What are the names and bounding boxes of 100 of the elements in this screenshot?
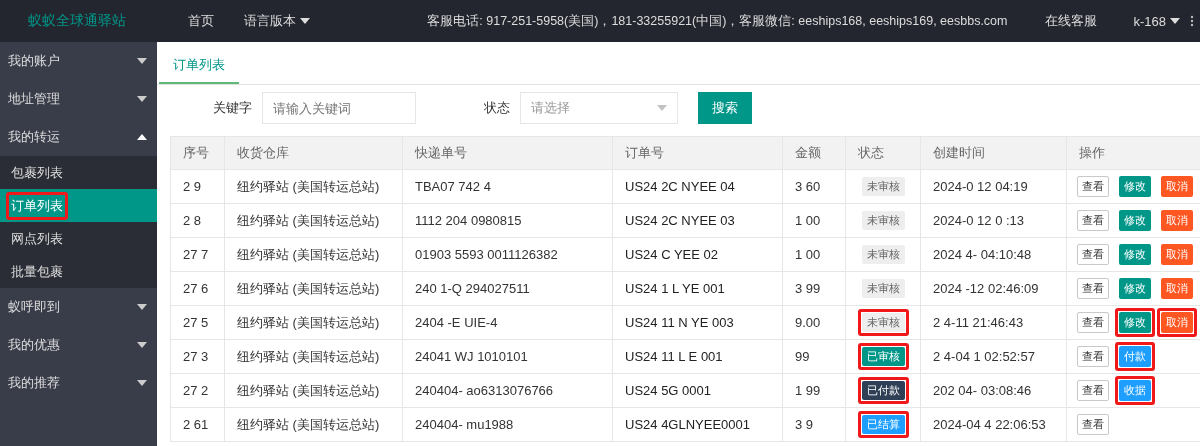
- table-cell: 1 00: [783, 238, 846, 271]
- action-button[interactable]: 修改: [1119, 278, 1151, 299]
- table-cell: US24 2C NYEE 04: [613, 170, 783, 203]
- nav-link[interactable]: 首页: [188, 12, 214, 30]
- table-cell: 3 9: [783, 408, 846, 441]
- table-cell: 2 9: [171, 170, 225, 203]
- action-button[interactable]: 修改: [1119, 176, 1151, 197]
- table-cell: 2024 -12 02:46:09: [921, 272, 1067, 305]
- sidebar-item[interactable]: 我的转运: [0, 118, 157, 156]
- column-header: 序号: [171, 137, 225, 169]
- caret-icon: [657, 105, 667, 111]
- table-cell: 2 61: [171, 408, 225, 441]
- column-header: 状态: [846, 137, 921, 169]
- table-cell: 纽约驿站 (美国转运总站): [225, 408, 403, 441]
- table-cell: US24 1 L YE 001: [613, 272, 783, 305]
- table-cell: 01903 5593 0011126382: [403, 238, 613, 271]
- status-badge: 已结算: [862, 415, 905, 434]
- table-cell: 1112 204 0980815: [403, 204, 613, 237]
- nav-link[interactable]: 语言版本: [244, 12, 310, 30]
- column-header: 收货仓库: [225, 137, 403, 169]
- table-cell: US24 11 L E 001: [613, 340, 783, 373]
- table-cell: US24 5G 0001: [613, 374, 783, 407]
- table-cell: 27 2: [171, 374, 225, 407]
- table-cell: US24 C YEE 02: [613, 238, 783, 271]
- status-label: 状态: [484, 99, 510, 117]
- column-header: 操作: [1067, 137, 1200, 169]
- action-button[interactable]: 修改: [1119, 210, 1151, 231]
- action-button[interactable]: 查看: [1077, 176, 1109, 197]
- table-cell: 3 99: [783, 272, 846, 305]
- submenu-item[interactable]: 包裹列表: [0, 156, 157, 189]
- online-service-link[interactable]: 在线客服: [1045, 12, 1098, 30]
- table-cell: 纽约驿站 (美国转运总站): [225, 170, 403, 203]
- caret-icon: [137, 304, 147, 310]
- tab[interactable]: 订单列表: [159, 47, 239, 84]
- table-cell: 27 3: [171, 340, 225, 373]
- table-cell: 纽约驿站 (美国转运总站): [225, 204, 403, 237]
- more-icon[interactable]: [1190, 15, 1194, 27]
- table-cell: 纽约驿站 (美国转运总站): [225, 340, 403, 373]
- keyword-field[interactable]: 请输入关键词: [262, 92, 416, 124]
- sidebar-item[interactable]: 地址管理: [0, 80, 157, 118]
- column-header: 金额: [783, 137, 846, 169]
- action-button[interactable]: 修改: [1119, 244, 1151, 265]
- submenu-item[interactable]: 网点列表: [0, 222, 157, 255]
- table-cell: 3 60: [783, 170, 846, 203]
- table-cell: 纽约驿站 (美国转运总站): [225, 374, 403, 407]
- action-button[interactable]: 查看: [1077, 380, 1109, 401]
- action-button[interactable]: 查看: [1077, 210, 1109, 231]
- contact-info: 客服电话: 917-251-5958(美国)，181-33255921(中国)，客服微信: eeships168, eeships169, eesbbs.com: [427, 12, 1008, 30]
- action-button[interactable]: 查看: [1077, 414, 1109, 435]
- caret-icon: [137, 96, 147, 102]
- table-cell: TBA07 742 4: [403, 170, 613, 203]
- table-cell: 240404- ao6313076766: [403, 374, 613, 407]
- table-cell: US24 2C NYEE 03: [613, 204, 783, 237]
- submenu-item[interactable]: 订单列表: [0, 189, 157, 222]
- status-badge: 已付款: [862, 381, 905, 400]
- table-cell: 2 4-11 21:46:43: [921, 306, 1067, 339]
- site-logo[interactable]: 蚁蚁全球通驿站: [0, 12, 188, 30]
- action-button[interactable]: 查看: [1077, 278, 1109, 299]
- keyword-label: 关键字: [213, 99, 252, 117]
- caret-icon: [137, 58, 147, 64]
- table-cell: 纽约驿站 (美国转运总站): [225, 238, 403, 271]
- table-cell: 27 7: [171, 238, 225, 271]
- caret-icon: [137, 380, 147, 386]
- table-cell: 2024-04 4 22:06:53: [921, 408, 1067, 441]
- action-button[interactable]: 查看: [1077, 346, 1109, 367]
- submenu-item[interactable]: 批量包裹: [0, 255, 157, 288]
- table-cell: US24 4GLNYEE0001: [613, 408, 783, 441]
- table-cell: 9.00: [783, 306, 846, 339]
- search-button[interactable]: 搜索: [698, 92, 752, 124]
- table-cell: 2404 -E UIE-4: [403, 306, 613, 339]
- column-header: 创建时间: [921, 137, 1067, 169]
- status-badge: 未审核: [862, 245, 905, 264]
- action-button[interactable]: 查看: [1077, 244, 1109, 265]
- table-cell: 2 8: [171, 204, 225, 237]
- table-cell: 202 04- 03:08:46: [921, 374, 1067, 407]
- table-cell: US24 11 N YE 003: [613, 306, 783, 339]
- table-cell: 1 99: [783, 374, 846, 407]
- sidebar-item[interactable]: 我的推荐: [0, 364, 157, 402]
- status-badge: 未审核: [862, 177, 905, 196]
- table-cell: 2024-0 12 0 :13: [921, 204, 1067, 237]
- sidebar-item[interactable]: 我的账户: [0, 42, 157, 80]
- user-menu[interactable]: k-168: [1133, 13, 1180, 29]
- sidebar-item[interactable]: 蚁呼即到: [0, 288, 157, 326]
- action-button[interactable]: 查看: [1077, 312, 1109, 333]
- table-cell: 99: [783, 340, 846, 373]
- caret-icon: [1170, 18, 1180, 24]
- status-badge: 未审核: [862, 279, 905, 298]
- table-cell: 2024-0 12 04:19: [921, 170, 1067, 203]
- table-cell: 纽约驿站 (美国转运总站): [225, 272, 403, 305]
- action-button[interactable]: 修改: [1119, 312, 1151, 333]
- table-cell: 24041 WJ 1010101: [403, 340, 613, 373]
- table-cell: 2024 4- 04:10:48: [921, 238, 1067, 271]
- sidebar-item[interactable]: 我的优惠: [0, 326, 157, 364]
- status-badge: 已审核: [862, 347, 905, 366]
- status-badge: 未审核: [862, 211, 905, 230]
- column-header: 订单号: [613, 137, 783, 169]
- table-cell: 27 6: [171, 272, 225, 305]
- caret-icon: [137, 134, 147, 140]
- column-header: 快递单号: [403, 137, 613, 169]
- status-badge: 未审核: [862, 313, 905, 332]
